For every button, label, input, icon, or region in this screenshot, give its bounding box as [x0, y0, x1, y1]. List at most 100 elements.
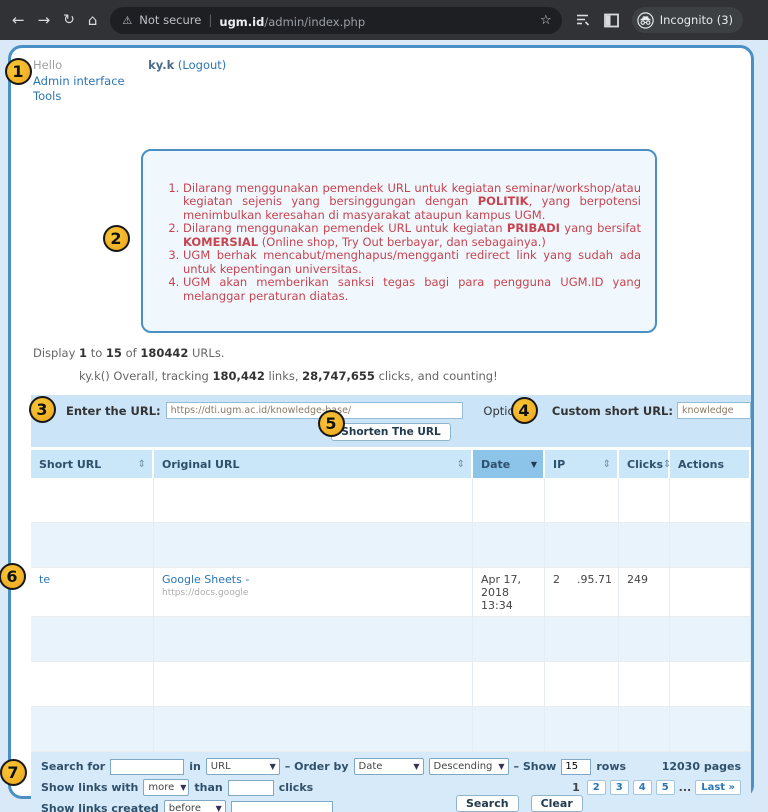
actions-cell — [670, 523, 751, 568]
tools-link[interactable]: Tools — [33, 89, 61, 103]
clicks-label: clicks — [278, 781, 314, 794]
menu-dots-icon[interactable]: ⋮ — [756, 12, 762, 28]
column-header-ip[interactable]: IP ⇕ — [545, 450, 619, 478]
table-row — [31, 523, 751, 568]
page-last-button[interactable]: Last » — [695, 780, 741, 795]
chevron-down-icon: ▼ — [180, 783, 187, 792]
sort-both-icon: ⇕ — [456, 458, 465, 470]
table-body: te Google Sheets - https://docs.google Apr … — [31, 478, 751, 752]
display-count-line: Display 1 to 15 of 180442 URLs. — [33, 346, 225, 360]
created-date-input[interactable] — [230, 800, 333, 812]
pages-total: 12030 pages — [661, 760, 741, 773]
page-button-5[interactable]: 5 — [655, 780, 675, 795]
reading-list-icon[interactable] — [575, 12, 591, 28]
original-url-sub: https://docs.google — [162, 588, 249, 598]
chevron-down-icon: ▼ — [269, 762, 276, 771]
links-with-label: Show links with — [41, 781, 139, 794]
actions-cell — [670, 478, 751, 523]
overall-stats-line: ky.k() Overall, tracking 180,442 links, … — [79, 369, 498, 383]
chevron-down-icon: ▼ — [413, 762, 420, 771]
table-row — [31, 662, 751, 707]
annotation-circle-4: 4 — [510, 396, 538, 424]
rows-label: rows — [596, 760, 627, 773]
admin-page-card: Hello ky.k (Logout) Admin interface Tools… — [8, 45, 754, 812]
chevron-down-icon: ▼ — [215, 804, 222, 812]
side-panel-icon[interactable] — [603, 13, 619, 28]
home-icon[interactable]: ⌂ — [88, 12, 98, 28]
ip-cell: 2.95.71 — [545, 568, 619, 617]
page-current: 1 — [572, 781, 580, 794]
annotation-circle-7: 7 — [0, 758, 27, 786]
links-table: Short URL ⇕ Original URL ⇕ Date ▼ IP ⇕ Clicks ⇕ Ac… — [31, 450, 751, 752]
clear-button[interactable]: Clear — [530, 795, 583, 812]
reload-icon[interactable]: ↻ — [63, 13, 75, 27]
annotation-circle-3: 3 — [28, 395, 56, 423]
shorten-url-button[interactable]: Shorten The URL — [331, 423, 451, 441]
actions-cell — [670, 568, 751, 617]
incognito-badge[interactable]: Incognito (3) — [631, 7, 743, 33]
username: ky.k — [148, 58, 175, 72]
notice-item: UGM akan memberikan sanksi tegas bagi pa… — [183, 275, 641, 303]
chevron-down-icon: ▼ — [498, 762, 505, 771]
notice-item: UGM berhak mencabut/menghapus/mengganti … — [183, 248, 641, 276]
custom-short-url-input[interactable] — [677, 402, 751, 419]
incognito-icon — [636, 11, 654, 29]
direction-select[interactable]: Descending ▼ — [428, 758, 509, 775]
date-cell: Apr 17, 2018 13:34 — [473, 568, 545, 617]
search-for-label: Search for — [41, 760, 106, 773]
page-ellipsis: ... — [678, 781, 692, 794]
divider: | — [208, 13, 213, 27]
order-by-label: – Order by — [284, 760, 349, 773]
page-button-3[interactable]: 3 — [609, 780, 629, 795]
logout-link[interactable]: (Logout) — [178, 58, 226, 72]
page-button-2[interactable]: 2 — [586, 780, 606, 795]
annotation-circle-6: 6 — [0, 562, 26, 590]
url-text: ugm.id/admin/index.php — [219, 14, 366, 29]
column-header-date[interactable]: Date ▼ — [473, 450, 545, 478]
before-after-select[interactable]: before ▼ — [163, 800, 226, 812]
clicks-threshold-input[interactable] — [227, 779, 274, 796]
sort-both-icon: ⇕ — [137, 458, 146, 470]
url-input[interactable] — [165, 402, 464, 419]
links-created-label: Show links created — [41, 802, 159, 812]
admin-interface-link[interactable]: Admin interface — [33, 74, 125, 88]
page-button-4[interactable]: 4 — [632, 780, 652, 795]
show-label: – Show — [513, 760, 557, 773]
sort-both-icon: ⇕ — [663, 458, 672, 470]
back-icon[interactable]: ← — [12, 12, 25, 28]
search-input[interactable] — [110, 758, 185, 775]
forward-icon[interactable]: → — [38, 12, 51, 28]
hello-label: Hello — [33, 58, 63, 72]
column-header-short-url[interactable]: Short URL ⇕ — [31, 450, 154, 478]
table-header-row: Short URL ⇕ Original URL ⇕ Date ▼ IP ⇕ Clicks ⇕ Ac… — [31, 450, 751, 478]
column-header-actions: Actions — [670, 450, 751, 478]
original-url-link[interactable]: Google Sheets - — [162, 573, 249, 586]
browser-toolbar: ← → ↻ ⌂ ⚠ Not secure | ugm.id/admin/inde… — [0, 0, 768, 40]
shorten-form: Enter the URL: Optional: Custom short UR… — [31, 395, 751, 447]
table-row — [31, 707, 751, 752]
more-less-select[interactable]: more ▼ — [143, 779, 190, 796]
actions-cell — [670, 662, 751, 707]
greeting-block: Hello ky.k (Logout) Admin interface Tools — [11, 48, 751, 105]
search-in-select[interactable]: URL ▼ — [205, 758, 280, 775]
actions-cell — [670, 707, 751, 752]
than-label: than — [194, 781, 223, 794]
enter-url-label: Enter the URL: — [66, 403, 161, 418]
column-header-clicks[interactable]: Clicks ⇕ — [619, 450, 672, 478]
rows-count-input[interactable] — [561, 758, 592, 775]
column-header-original-url[interactable]: Original URL ⇕ — [154, 450, 473, 478]
annotation-circle-5: 5 — [317, 409, 345, 437]
pagination: 1 2 3 4 5... Last » — [569, 780, 741, 795]
sort-desc-icon: ▼ — [530, 459, 537, 469]
actions-cell — [670, 617, 751, 662]
bookmark-star-icon[interactable]: ☆ — [540, 13, 552, 28]
annotation-circle-1: 1 — [4, 57, 32, 85]
search-button[interactable]: Search — [456, 795, 519, 812]
table-footer: Search for in URL ▼ – Order by Date ▼ Desc… — [31, 752, 751, 812]
table-row — [31, 478, 751, 523]
annotation-circle-2: 2 — [102, 224, 130, 252]
address-bar[interactable]: ⚠ Not secure | ugm.id/admin/index.php ☆ — [110, 6, 562, 34]
short-url-link[interactable]: te — [39, 573, 50, 586]
notice-item: Dilarang menggunakan pemendek URL untuk … — [183, 221, 641, 249]
order-by-select[interactable]: Date ▼ — [353, 758, 424, 775]
